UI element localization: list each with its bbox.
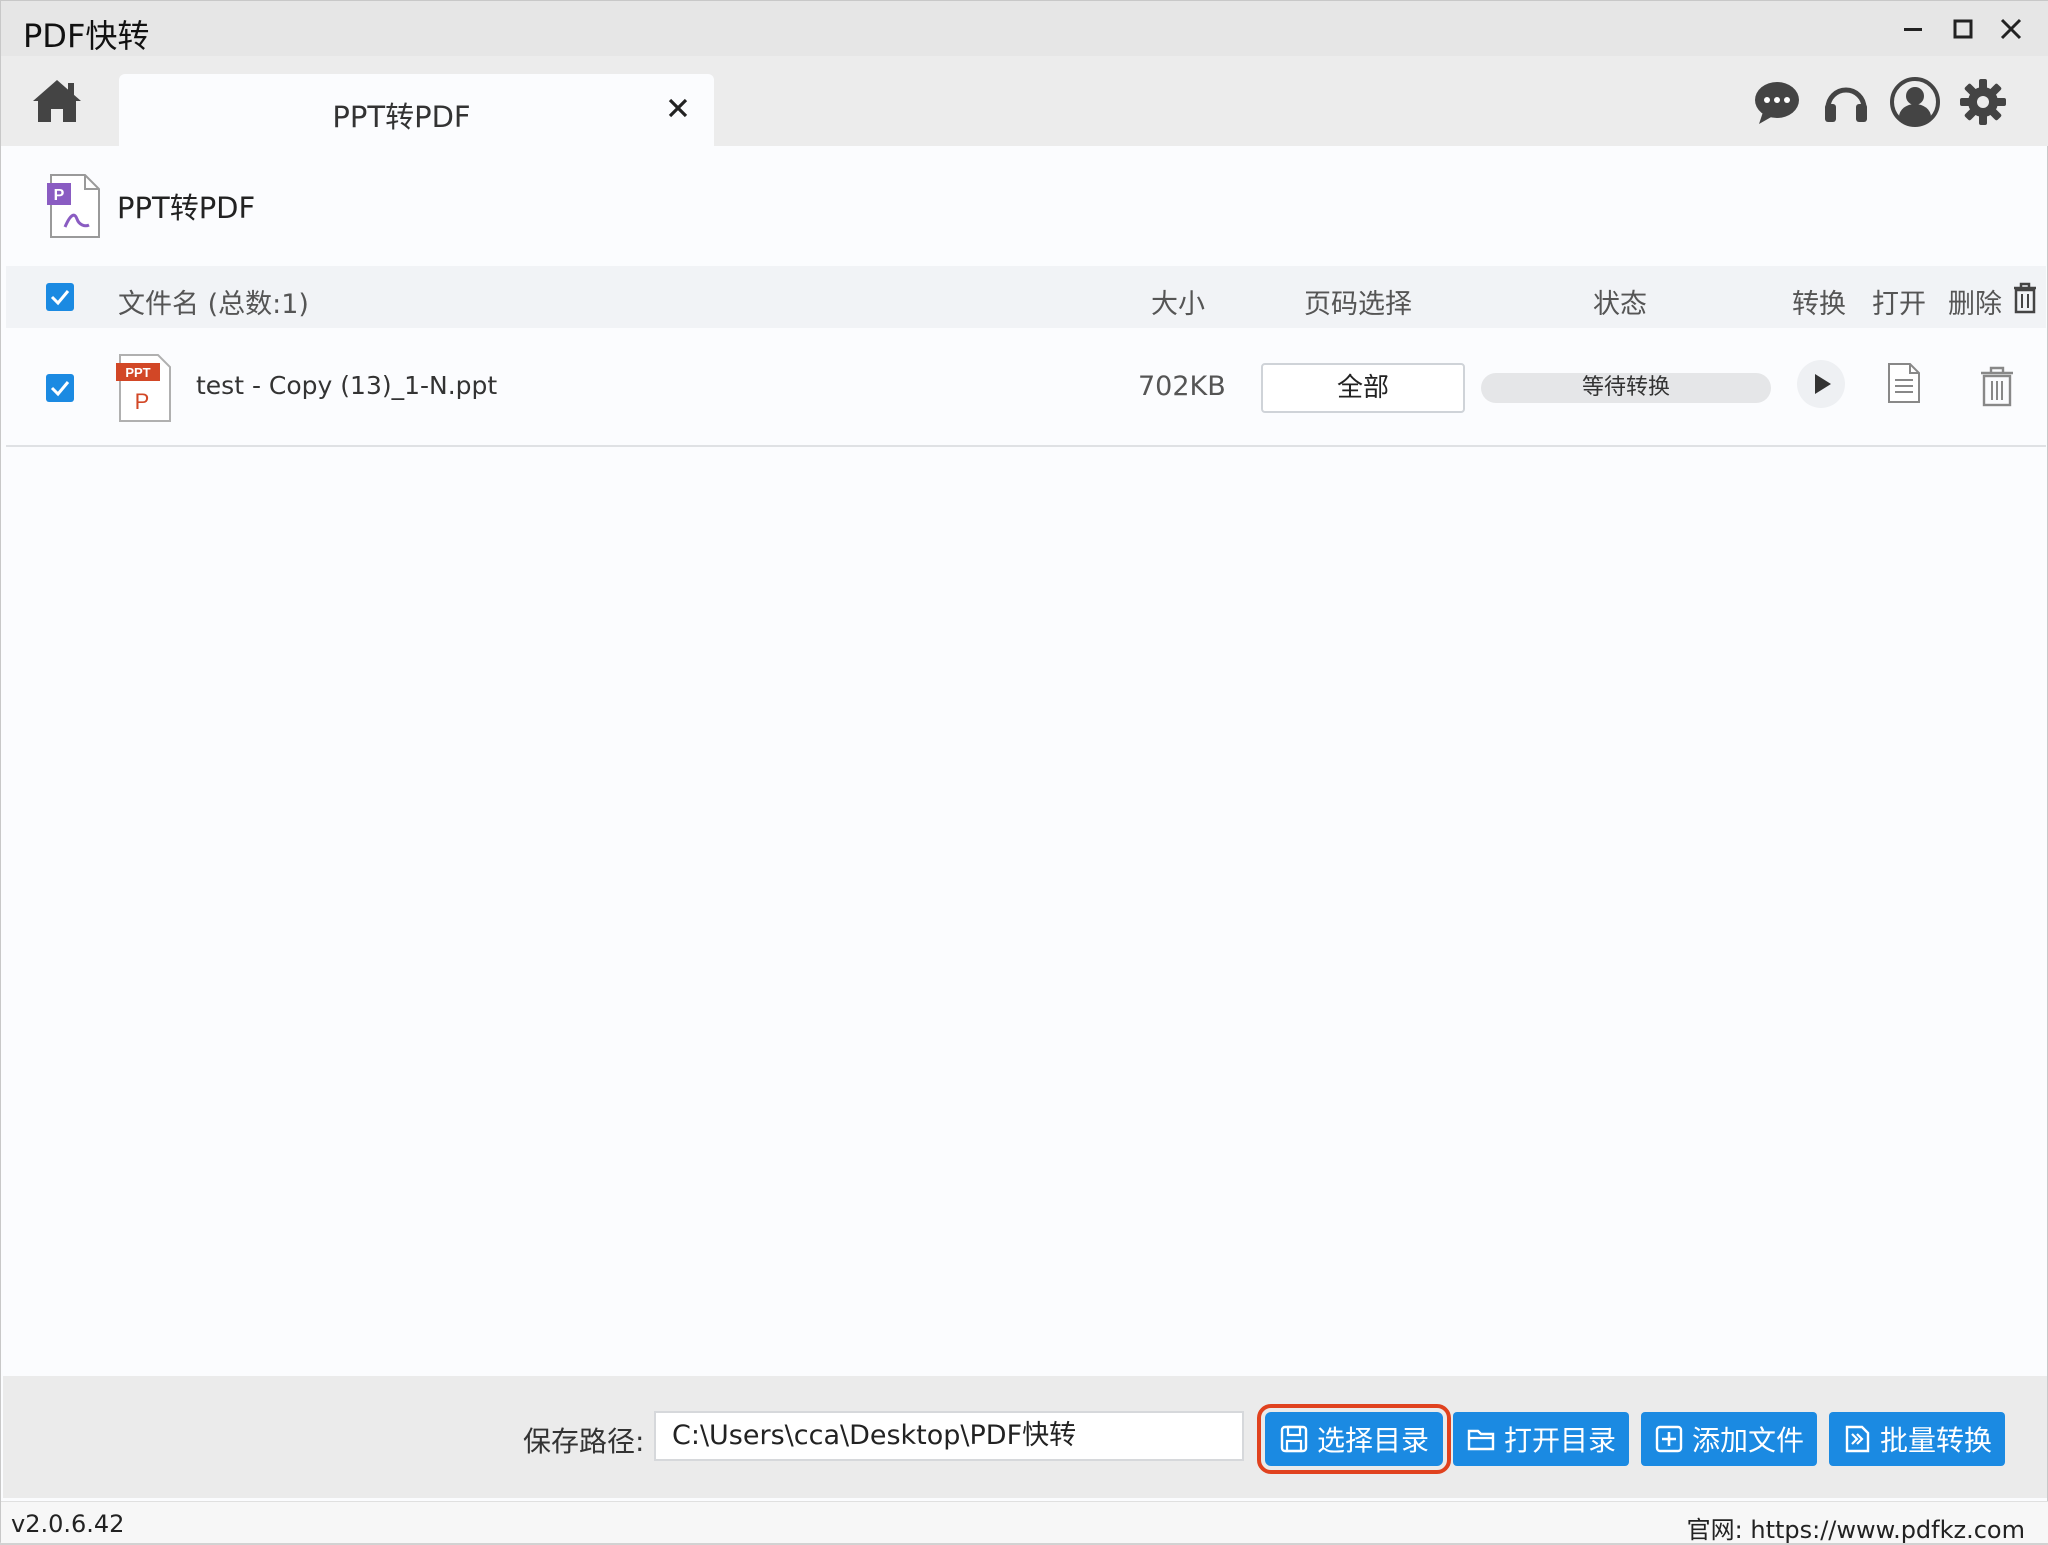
tab-ppt-to-pdf[interactable]: PPT转PDF [119, 74, 714, 146]
version-label: v2.0.6.42 [11, 1510, 125, 1538]
maximize-button[interactable] [1939, 9, 1987, 49]
trash-icon [2014, 282, 2036, 314]
chat-bubble-icon [1755, 82, 1799, 124]
checkmark-icon [50, 381, 70, 397]
play-icon [1797, 360, 1845, 408]
add-icon [1655, 1425, 1683, 1453]
table-row: PPT P test - Copy (13)_1-N.ppt 702KB 全部 … [6, 331, 2046, 447]
maximize-icon [1953, 19, 1973, 39]
save-path-input[interactable]: C:\Users\cca\Desktop\PDF快转 [654, 1411, 1244, 1461]
header-delete: 删除 [1948, 289, 2002, 320]
app-window: PDF快转 PPT转PDF P PPT转PDF 文件名 (总数:1) 大小 页码… [0, 0, 2048, 1545]
batch-convert-icon [1845, 1425, 1870, 1453]
open-directory-label: 打开目录 [1503, 1424, 1616, 1457]
user-avatar-icon [1890, 77, 1940, 127]
header-size: 大小 [1151, 289, 1205, 320]
save-path-label: 保存路径: [523, 1425, 645, 1458]
select-all-checkbox[interactable] [46, 283, 74, 311]
batch-convert-label: 批量转换 [1879, 1424, 1992, 1457]
row-checkbox[interactable] [46, 374, 74, 402]
tab-label: PPT转PDF [332, 100, 471, 134]
bottom-toolbar: 保存路径: C:\Users\cca\Desktop\PDF快转 选择目录 打开… [3, 1376, 2047, 1498]
checkmark-icon [50, 290, 70, 306]
header-status: 状态 [1593, 289, 1647, 320]
page-title: PPT转PDF [117, 191, 256, 225]
header-open: 打开 [1872, 289, 1926, 320]
add-file-label: 添加文件 [1691, 1424, 1804, 1457]
file-size: 702KB [1138, 371, 1226, 402]
title-bar: PDF快转 [1, 1, 2048, 56]
choose-directory-label: 选择目录 [1316, 1424, 1429, 1457]
open-directory-button[interactable]: 打开目录 [1453, 1412, 1629, 1466]
convert-button[interactable] [1796, 359, 1846, 413]
trash-icon [1981, 366, 2013, 407]
delete-all-button[interactable] [2012, 282, 2038, 321]
header-convert: 转换 [1792, 289, 1846, 320]
header-page-selection: 页码选择 [1304, 289, 1412, 320]
choose-directory-button[interactable]: 选择目录 [1257, 1404, 1451, 1474]
batch-convert-button[interactable]: 批量转换 [1829, 1412, 2005, 1466]
headset-icon [1825, 87, 1867, 122]
close-window-button[interactable] [1987, 9, 2035, 49]
minimize-button[interactable] [1889, 9, 1937, 49]
ppt-file-icon: PPT P [116, 354, 171, 422]
close-icon [668, 98, 688, 118]
home-button[interactable] [29, 74, 85, 130]
tab-bar: PPT转PDF [1, 56, 2048, 146]
header-file-name: 文件名 (总数:1) [118, 289, 309, 320]
page-range-select[interactable]: 全部 [1261, 363, 1465, 413]
settings-button[interactable] [1957, 76, 2009, 128]
ppt-to-pdf-icon: P [47, 174, 100, 238]
home-icon [33, 80, 81, 122]
status-progress: 等待转换 [1481, 373, 1771, 403]
add-file-button[interactable]: 添加文件 [1641, 1412, 1817, 1466]
close-icon [2000, 18, 2022, 40]
table-header: 文件名 (总数:1) 大小 页码选择 状态 转换 打开 删除 [6, 266, 2046, 328]
website-link[interactable]: 官网: https://www.pdfkz.com [1687, 1510, 2025, 1545]
status-bar: v2.0.6.42 官网: https://www.pdfkz.com [1, 1501, 2048, 1545]
app-title: PDF快转 [23, 17, 150, 55]
minimize-icon [1904, 28, 1922, 31]
svg-text:P: P [54, 187, 65, 204]
save-icon [1280, 1425, 1308, 1453]
support-button[interactable] [1820, 76, 1872, 128]
chat-button[interactable] [1751, 76, 1803, 128]
ppt-letter: P [135, 389, 150, 414]
open-file-button[interactable] [1886, 362, 1922, 408]
page-heading: P PPT转PDF [45, 171, 255, 241]
tab-close-button[interactable] [658, 88, 698, 128]
account-button[interactable] [1889, 76, 1941, 128]
document-icon [1888, 363, 1920, 403]
ppt-badge: PPT [125, 365, 150, 380]
folder-icon [1467, 1429, 1495, 1451]
file-name: test - Copy (13)_1-N.ppt [196, 371, 498, 400]
delete-row-button[interactable] [1978, 365, 2016, 411]
gear-icon [1960, 79, 2006, 125]
